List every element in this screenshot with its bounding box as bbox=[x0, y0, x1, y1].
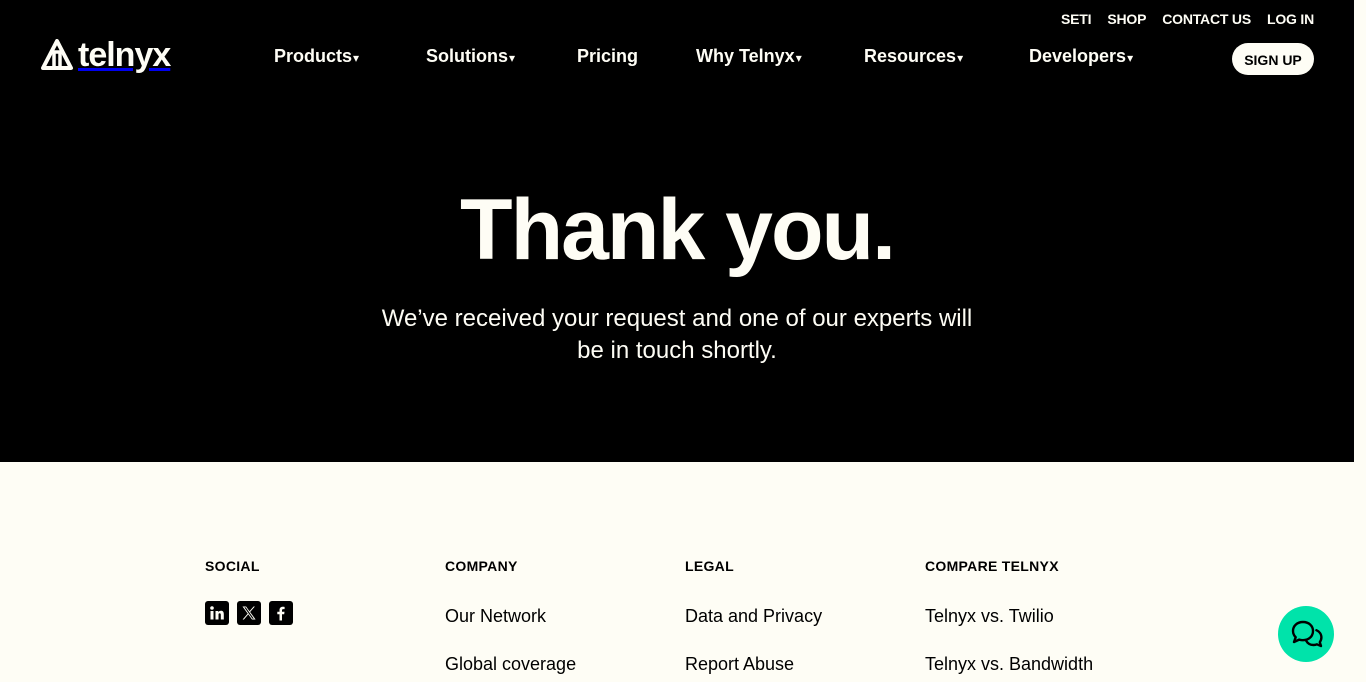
util-link-log-in[interactable]: LOG IN bbox=[1267, 11, 1314, 27]
page-scrollbar[interactable] bbox=[1354, 0, 1366, 682]
chat-bubbles-icon bbox=[1291, 620, 1323, 648]
telnyx-logo[interactable]: telnyx bbox=[40, 36, 171, 74]
nav-item-label: Developers bbox=[1029, 46, 1127, 66]
nav-item-label: Resources bbox=[864, 46, 957, 66]
page-title: Thank you. bbox=[460, 182, 896, 278]
footer-links-compare: Telnyx vs. Twilio Telnyx vs. Bandwidth bbox=[925, 604, 1093, 676]
nav-item-why-telnyx[interactable]: Why Telnyx ▾ bbox=[696, 46, 864, 67]
footer-link-data-privacy[interactable]: Data and Privacy bbox=[685, 604, 822, 628]
facebook-icon[interactable] bbox=[269, 601, 293, 625]
nav-item-solutions[interactable]: Solutions ▾ bbox=[426, 46, 577, 67]
footer-heading-social: SOCIAL bbox=[205, 558, 260, 574]
footer-col-social: SOCIAL bbox=[205, 558, 293, 625]
sign-up-button[interactable]: SIGN UP bbox=[1232, 43, 1314, 75]
hero-section: SETI SHOP CONTACT US LOG IN telnyx Produ… bbox=[0, 0, 1354, 462]
utility-nav: SETI SHOP CONTACT US LOG IN bbox=[1061, 11, 1314, 27]
footer-links-company: Our Network Global coverage bbox=[445, 604, 576, 676]
nav-item-developers[interactable]: Developers ▾ bbox=[1029, 46, 1133, 67]
footer-links-legal: Data and Privacy Report Abuse bbox=[685, 604, 822, 676]
nav-item-label: Products bbox=[274, 46, 353, 66]
chevron-down-icon: ▾ bbox=[795, 50, 802, 65]
chevron-down-icon: ▾ bbox=[1127, 50, 1134, 65]
util-link-contact-us[interactable]: CONTACT US bbox=[1162, 11, 1251, 27]
footer-link-report-abuse[interactable]: Report Abuse bbox=[685, 652, 822, 676]
footer-heading-compare: COMPARE TELNYX bbox=[925, 558, 1059, 574]
x-icon[interactable] bbox=[237, 601, 261, 625]
telnyx-logo-icon bbox=[41, 38, 73, 70]
facebook-glyph bbox=[277, 606, 285, 621]
footer-heading-legal: LEGAL bbox=[685, 558, 734, 574]
main-nav: Products ▾ Solutions ▾ Pricing Why Telnyx ▾… bbox=[274, 46, 1133, 67]
util-link-shop[interactable]: SHOP bbox=[1107, 11, 1146, 27]
chevron-down-icon: ▾ bbox=[353, 50, 360, 65]
footer-link-vs-bandwidth[interactable]: Telnyx vs. Bandwidth bbox=[925, 652, 1093, 676]
footer-col-legal: LEGAL Data and Privacy Report Abuse bbox=[685, 558, 822, 676]
nav-item-label: Solutions bbox=[426, 46, 508, 66]
nav-item-resources[interactable]: Resources ▾ bbox=[864, 46, 1029, 67]
linkedin-glyph bbox=[210, 606, 224, 620]
footer-link-our-network[interactable]: Our Network bbox=[445, 604, 576, 628]
footer-col-company: COMPANY Our Network Global coverage bbox=[445, 558, 576, 676]
footer-link-vs-twilio[interactable]: Telnyx vs. Twilio bbox=[925, 604, 1093, 628]
nav-item-label: Pricing bbox=[577, 46, 639, 66]
nav-item-label: Why Telnyx bbox=[696, 46, 795, 66]
linkedin-icon[interactable] bbox=[205, 601, 229, 625]
social-icons bbox=[205, 601, 293, 625]
chevron-down-icon: ▾ bbox=[957, 50, 964, 65]
chat-launcher-button[interactable] bbox=[1278, 606, 1334, 662]
util-link-seti[interactable]: SETI bbox=[1061, 11, 1092, 27]
x-glyph bbox=[242, 606, 256, 620]
nav-item-pricing[interactable]: Pricing bbox=[577, 46, 696, 67]
chevron-down-icon: ▾ bbox=[509, 50, 516, 65]
footer-link-global-coverage[interactable]: Global coverage bbox=[445, 652, 576, 676]
nav-item-products[interactable]: Products ▾ bbox=[274, 46, 426, 67]
footer-col-compare: COMPARE TELNYX Telnyx vs. Twilio Telnyx … bbox=[925, 558, 1093, 676]
confirmation-message: We’ve received your request and one of o… bbox=[381, 305, 973, 364]
footer-heading-company: COMPANY bbox=[445, 558, 518, 574]
logo-wordmark: telnyx bbox=[78, 36, 171, 74]
